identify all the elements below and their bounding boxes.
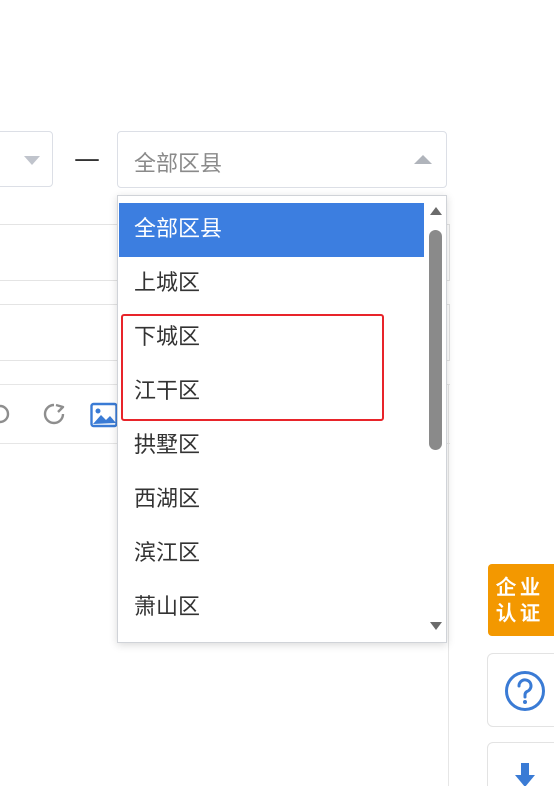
- option-xiaoshan[interactable]: 萧山区: [119, 581, 424, 635]
- scroll-down-arrow-icon[interactable]: [430, 622, 442, 630]
- chevron-up-icon: [414, 155, 432, 164]
- city-select[interactable]: [0, 131, 53, 187]
- district-select-value: 全部区县: [134, 152, 223, 177]
- image-icon[interactable]: [90, 402, 118, 432]
- option-all-districts[interactable]: 全部区县: [119, 203, 424, 257]
- scroll-up-arrow-icon[interactable]: [430, 207, 442, 215]
- district-select[interactable]: 全部区县: [117, 131, 447, 188]
- download-arrow-icon: [515, 763, 535, 786]
- option-binjiang[interactable]: 滨江区: [119, 527, 424, 581]
- highlight-box: [121, 314, 384, 421]
- editor-border: [448, 384, 449, 786]
- cert-label-line2: 认证: [496, 601, 544, 625]
- scroll-thumb[interactable]: [429, 230, 442, 450]
- option-shangcheng[interactable]: 上城区: [119, 257, 424, 311]
- page: — 全部区县 全部区县 上城区 下城区 江干区 拱墅区 西湖区 滨江区 萧山区 …: [0, 0, 554, 786]
- undo-icon[interactable]: [0, 401, 12, 431]
- chevron-down-icon: [24, 156, 40, 165]
- option-xihu[interactable]: 西湖区: [119, 473, 424, 527]
- range-separator: —: [74, 144, 100, 174]
- option-gongshu[interactable]: 拱墅区: [119, 419, 424, 473]
- redo-icon[interactable]: [40, 401, 68, 431]
- help-button[interactable]: [487, 653, 554, 727]
- cert-label-line1: 企业: [496, 575, 544, 599]
- question-circle-icon: [505, 671, 545, 711]
- dropdown-scrollbar[interactable]: [424, 196, 446, 642]
- enterprise-certification-button[interactable]: 企业 认证: [488, 564, 554, 636]
- download-button[interactable]: [487, 742, 554, 786]
